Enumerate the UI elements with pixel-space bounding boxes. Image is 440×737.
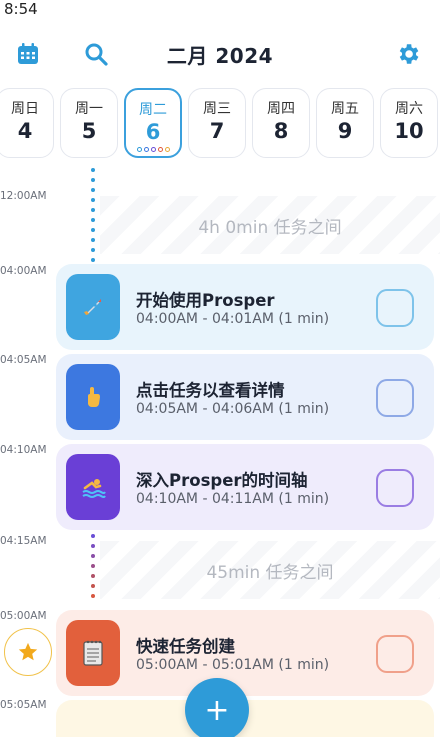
task-card[interactable]: 深入Prosper的时间轴 04:10AM - 04:11AM (1 min) [56, 444, 434, 530]
star-icon[interactable] [4, 628, 52, 676]
day-name: 周四 [267, 101, 295, 117]
day-date: 9 [337, 119, 353, 143]
swimmer-icon [66, 454, 120, 520]
time-label: 04:15AM [0, 535, 47, 547]
task-complete-checkbox[interactable] [376, 635, 414, 673]
day-date: 7 [209, 119, 225, 143]
task-title: 深入Prosper的时间轴 [136, 471, 308, 490]
day-name: 周二 [139, 102, 167, 118]
time-label: 12:00AM [0, 190, 47, 202]
time-label: 04:05AM [0, 354, 47, 366]
gap-label: 45min 任务之间 [206, 562, 334, 583]
task-time: 04:10AM - 04:11AM (1 min) [136, 491, 330, 507]
day-name: 周三 [203, 101, 231, 117]
day-date: 6 [145, 120, 161, 144]
task-title: 点击任务以查看详情 [136, 381, 285, 400]
task-title: 开始使用Prosper [136, 291, 275, 310]
day-name: 周五 [331, 101, 359, 117]
time-label: 05:00AM [0, 610, 47, 622]
day-mon[interactable]: 周一 5 [60, 88, 118, 158]
day-name: 周日 [11, 101, 39, 117]
time-label: 04:00AM [0, 265, 47, 277]
free-time-gap: 4h 0min 任务之间 [100, 196, 440, 254]
day-fri[interactable]: 周五 9 [316, 88, 374, 158]
header: 二月 2024 [0, 34, 440, 74]
time-label: 05:05AM [0, 699, 47, 711]
task-card[interactable]: 快速任务创建 05:00AM - 05:01AM (1 min) [56, 610, 434, 696]
day-date: 4 [17, 119, 33, 143]
day-sat[interactable]: 周六 10 [380, 88, 438, 158]
time-label: 04:10AM [0, 444, 47, 456]
gap-label: 4h 0min 任务之间 [198, 217, 342, 238]
day-wed[interactable]: 周三 7 [188, 88, 246, 158]
status-time: 8:54 [4, 0, 38, 18]
task-card[interactable]: 开始使用Prosper 04:00AM - 04:01AM (1 min) [56, 264, 434, 350]
task-card[interactable]: 点击任务以查看详情 04:05AM - 04:06AM (1 min) [56, 354, 434, 440]
task-complete-checkbox[interactable] [376, 379, 414, 417]
day-sun[interactable]: 周日 4 [0, 88, 54, 158]
month-title[interactable]: 二月 2024 [0, 40, 440, 69]
add-task-button[interactable]: + [185, 678, 249, 737]
day-date: 5 [81, 119, 97, 143]
task-complete-checkbox[interactable] [376, 469, 414, 507]
free-time-gap: 45min 任务之间 [100, 541, 440, 599]
plus-icon: + [204, 692, 230, 728]
day-tue[interactable]: 周二 6 [124, 88, 182, 158]
task-time: 05:00AM - 05:01AM (1 min) [136, 657, 330, 673]
day-thu[interactable]: 周四 8 [252, 88, 310, 158]
task-title: 快速任务创建 [136, 637, 235, 656]
day-name: 周一 [75, 101, 103, 117]
day-date: 8 [273, 119, 289, 143]
rocket-icon [66, 274, 120, 340]
task-dots [136, 147, 170, 152]
day-date: 10 [394, 119, 424, 143]
gear-icon[interactable] [394, 40, 422, 68]
task-complete-checkbox[interactable] [376, 289, 414, 327]
week-day-selector: 周日 4 周一 5 周二 6 周三 7 周四 8 周五 9 周六 10 [0, 88, 440, 158]
notepad-icon [66, 620, 120, 686]
day-name: 周六 [395, 101, 423, 117]
pointing-hand-icon [66, 364, 120, 430]
task-time: 04:00AM - 04:01AM (1 min) [136, 311, 330, 327]
task-time: 04:05AM - 04:06AM (1 min) [136, 401, 330, 417]
